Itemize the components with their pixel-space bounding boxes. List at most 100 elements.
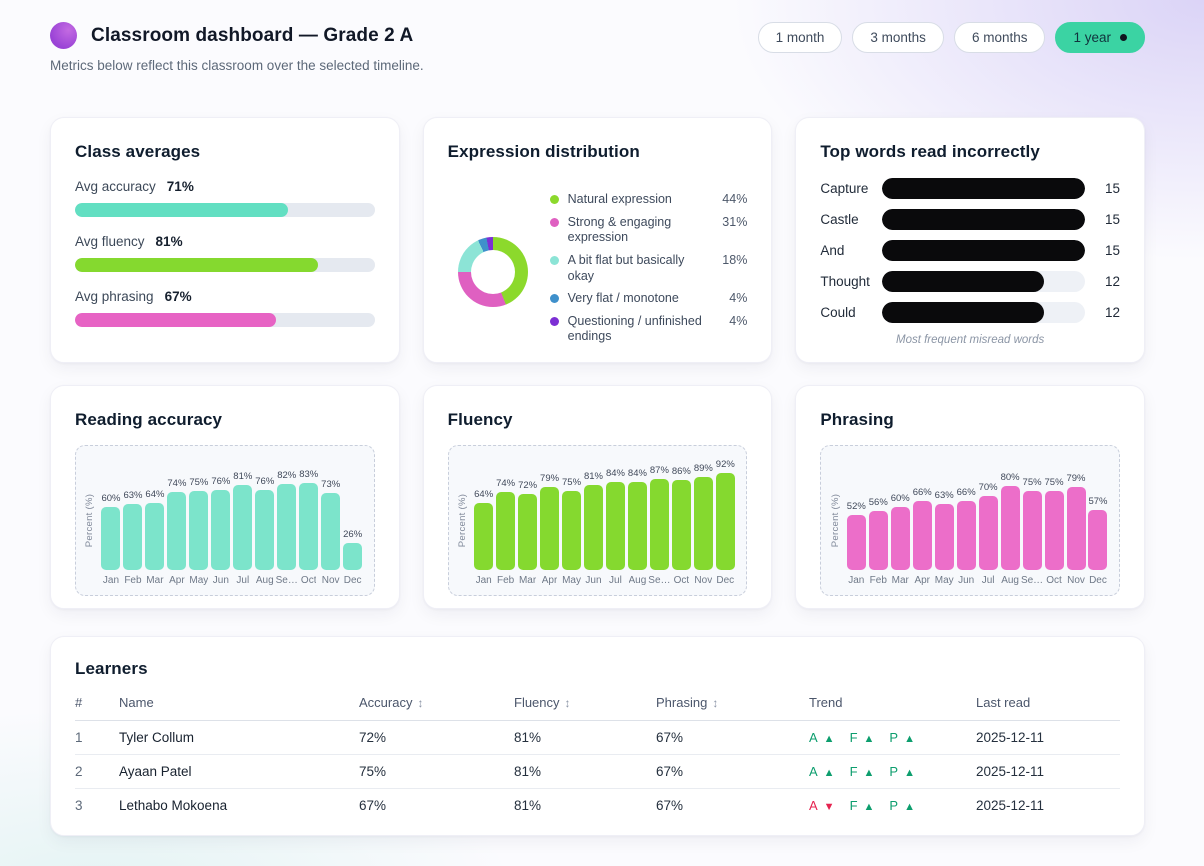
bar (1066, 487, 1086, 570)
bar (956, 501, 976, 570)
page-subtitle: Metrics below reflect this classroom ove… (50, 58, 424, 73)
bar-column: 73% Nov (320, 479, 342, 587)
column-header-label: # (75, 695, 83, 710)
month-label: Nov (321, 575, 340, 586)
month-label: Dec (1089, 575, 1107, 586)
column-header-trend: Trend (809, 689, 976, 721)
bar-column: 76% Jun (210, 476, 232, 587)
y-axis-label-wrap: Percent (%) (80, 453, 100, 587)
bar (1000, 486, 1020, 570)
bar-column: 60% Mar (889, 493, 911, 587)
bar-value-label: 57% (1088, 496, 1108, 507)
bar-column: 84% Jul (604, 468, 626, 587)
bar-value-label: 84% (605, 468, 625, 479)
average-metric: Avg phrasing 67% (75, 289, 375, 327)
top-words-title: Top words read incorrectly (820, 142, 1040, 161)
column-header-label: Phrasing (656, 695, 708, 710)
bar (321, 493, 341, 570)
timeline-pill-1-month[interactable]: 1 month (757, 22, 843, 53)
average-metric: Avg fluency 81% (75, 234, 375, 272)
bar-value-label: 83% (299, 469, 319, 480)
bar-value-label: 70% (978, 482, 998, 493)
bar (277, 484, 297, 570)
legend-label: A bit flat but basically okay (567, 252, 685, 283)
bar-value-label: 76% (211, 476, 231, 487)
column-header-fluency[interactable]: Fluency ↕ (514, 689, 656, 721)
summary-row: Class averages Avg accuracy 71% Avg fluenc… (50, 117, 1145, 363)
bar-value-label: 52% (846, 501, 866, 512)
learner-phrasing: 67% (656, 798, 684, 813)
timeline-pill-6-months[interactable]: 6 months (953, 22, 1046, 53)
bar-column: 79% Nov (1065, 473, 1087, 587)
active-indicator-dot (1120, 34, 1127, 41)
brand-row: Classroom dashboard — Grade 2 A (50, 22, 424, 49)
month-label: Se… (275, 575, 298, 586)
trend-indicator: P ▲ (889, 730, 915, 745)
column-header-phrasing[interactable]: Phrasing ↕ (656, 689, 809, 721)
bar-column: 80% Aug (999, 472, 1021, 587)
learner-fluency: 81% (514, 720, 656, 755)
word-row: And 15 (820, 240, 1120, 261)
bar (671, 480, 691, 570)
app-logo-icon (50, 22, 77, 49)
expression-legend: Natural expression 44% Strong & engaging e… (549, 192, 748, 352)
bar (211, 490, 231, 570)
bar (299, 483, 319, 570)
bar-column: 64% Jan (473, 489, 495, 587)
bar-value-label: 60% (101, 493, 121, 504)
bar-column: 75% Oct (1043, 477, 1065, 587)
column-header-last-read: Last read (976, 689, 1120, 721)
timeline-pill-1-year[interactable]: 1 year (1055, 22, 1145, 53)
trend-letter: P (889, 764, 899, 779)
word-bar-track (882, 271, 1085, 292)
bar-column: 81% Jun (583, 471, 605, 587)
word-bar-fill (882, 271, 1045, 292)
bar-value-label: 66% (912, 487, 932, 498)
learners-table: # Name Accuracy ↕ Fluency ↕ Phrasing ↕ Trend Last… (75, 689, 1120, 822)
bar (978, 496, 998, 570)
learner-trend: A ▼ F ▲ P ▲ (809, 789, 976, 823)
bars-area: 64% Jan 74% Feb 72% Mar 79% Apr 75% May 81% Jun 84% J… (473, 453, 737, 587)
y-axis-label: Percent (%) (829, 493, 841, 547)
y-axis-label-wrap: Percent (%) (453, 453, 473, 587)
legend-label: Strong & engaging expression (567, 214, 672, 245)
bar-column: 66% Jun (955, 487, 977, 587)
learners-title: Learners (75, 659, 148, 678)
month-label: Jul (981, 575, 995, 586)
month-label: Jan (475, 575, 492, 586)
word-bar-track (882, 209, 1085, 230)
learners-header-row: # Name Accuracy ↕ Fluency ↕ Phrasing ↕ Trend Last… (75, 689, 1120, 721)
bar (167, 492, 187, 570)
learners-row: Learners # Name Accuracy ↕ Fluency ↕ Phrasing ↕… (50, 636, 1145, 836)
month-label: May (189, 575, 209, 586)
bar-column: 63% May (933, 490, 955, 587)
column-header-accuracy[interactable]: Accuracy ↕ (359, 689, 514, 721)
month-label: Apr (914, 575, 930, 586)
month-label: Apr (541, 575, 558, 586)
bar (101, 507, 121, 570)
metric-label: Avg fluency (75, 234, 145, 249)
bar (934, 504, 954, 570)
legend-value: 18% (722, 252, 748, 267)
metric-value: 71% (166, 179, 194, 194)
bar-value-label: 81% (233, 471, 253, 482)
timeline-pill-3-months[interactable]: 3 months (852, 22, 944, 53)
timeline-pill-label: 1 month (775, 30, 825, 45)
trend-arrow-icon: ▲ (863, 767, 875, 779)
bar-column: 57% Dec (1087, 496, 1109, 587)
bar (562, 491, 582, 570)
month-label: Mar (146, 575, 164, 586)
bar-column: 75% Se… (1021, 477, 1043, 587)
bar (343, 543, 363, 570)
legend-value: 31% (722, 214, 748, 229)
bar-value-label: 76% (255, 476, 275, 487)
class-averages-card: Class averages Avg accuracy 71% Avg fluenc… (50, 117, 400, 363)
timeline-pill-label: 1 year (1073, 30, 1111, 45)
month-label: Oct (673, 575, 690, 586)
trend-letter: F (849, 764, 858, 779)
bar-column: 79% Apr (539, 473, 561, 587)
bar-value-label: 64% (474, 489, 494, 500)
bar-column: 83% Oct (298, 469, 320, 587)
month-label: Feb (124, 575, 142, 586)
word-bar-fill (882, 240, 1085, 261)
